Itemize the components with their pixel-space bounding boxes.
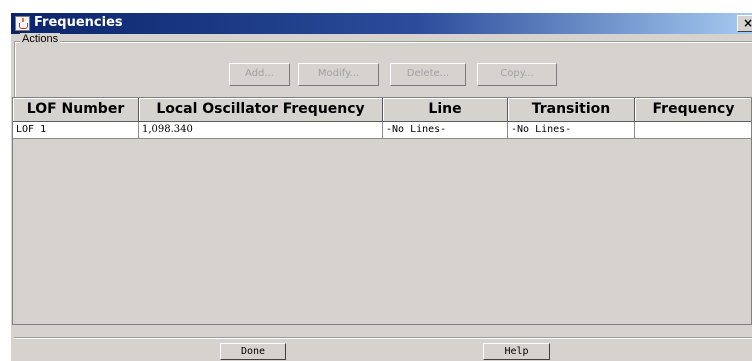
- col-header-local-oscillator-frequency[interactable]: Local Oscillator Frequency: [139, 98, 383, 122]
- table-cell-lo-frequency[interactable]: 1,098.340: [139, 122, 383, 139]
- col-header-line[interactable]: Line: [383, 98, 508, 122]
- frequencies-window: Frequencies × Actions Add... Modify... D…: [11, 13, 752, 361]
- footer-separator: [14, 337, 752, 339]
- close-button[interactable]: ×: [737, 15, 752, 32]
- col-header-lof-number[interactable]: LOF Number: [13, 98, 139, 122]
- add-button[interactable]: Add...: [229, 63, 290, 86]
- title-bar[interactable]: Frequencies ×: [11, 13, 752, 34]
- delete-button[interactable]: Delete...: [390, 63, 466, 86]
- table-cell-transition[interactable]: -No Lines-: [508, 122, 635, 139]
- table-cell-line[interactable]: -No Lines-: [383, 122, 508, 139]
- actions-legend: Actions: [20, 33, 61, 45]
- modify-button[interactable]: Modify...: [298, 63, 379, 86]
- col-header-frequency[interactable]: Frequency: [635, 98, 751, 122]
- window-title: Frequencies: [34, 15, 123, 30]
- copy-button[interactable]: Copy...: [477, 63, 557, 86]
- table-cell-lof-number[interactable]: LOF 1: [13, 122, 139, 139]
- done-button[interactable]: Done: [220, 343, 286, 360]
- frequencies-table: LOF Number Local Oscillator Frequency Li…: [12, 97, 752, 325]
- col-header-transition[interactable]: Transition: [508, 98, 635, 122]
- help-button[interactable]: Help: [483, 343, 550, 360]
- java-cup-icon: [15, 16, 30, 31]
- table-cell-frequency[interactable]: [635, 122, 751, 139]
